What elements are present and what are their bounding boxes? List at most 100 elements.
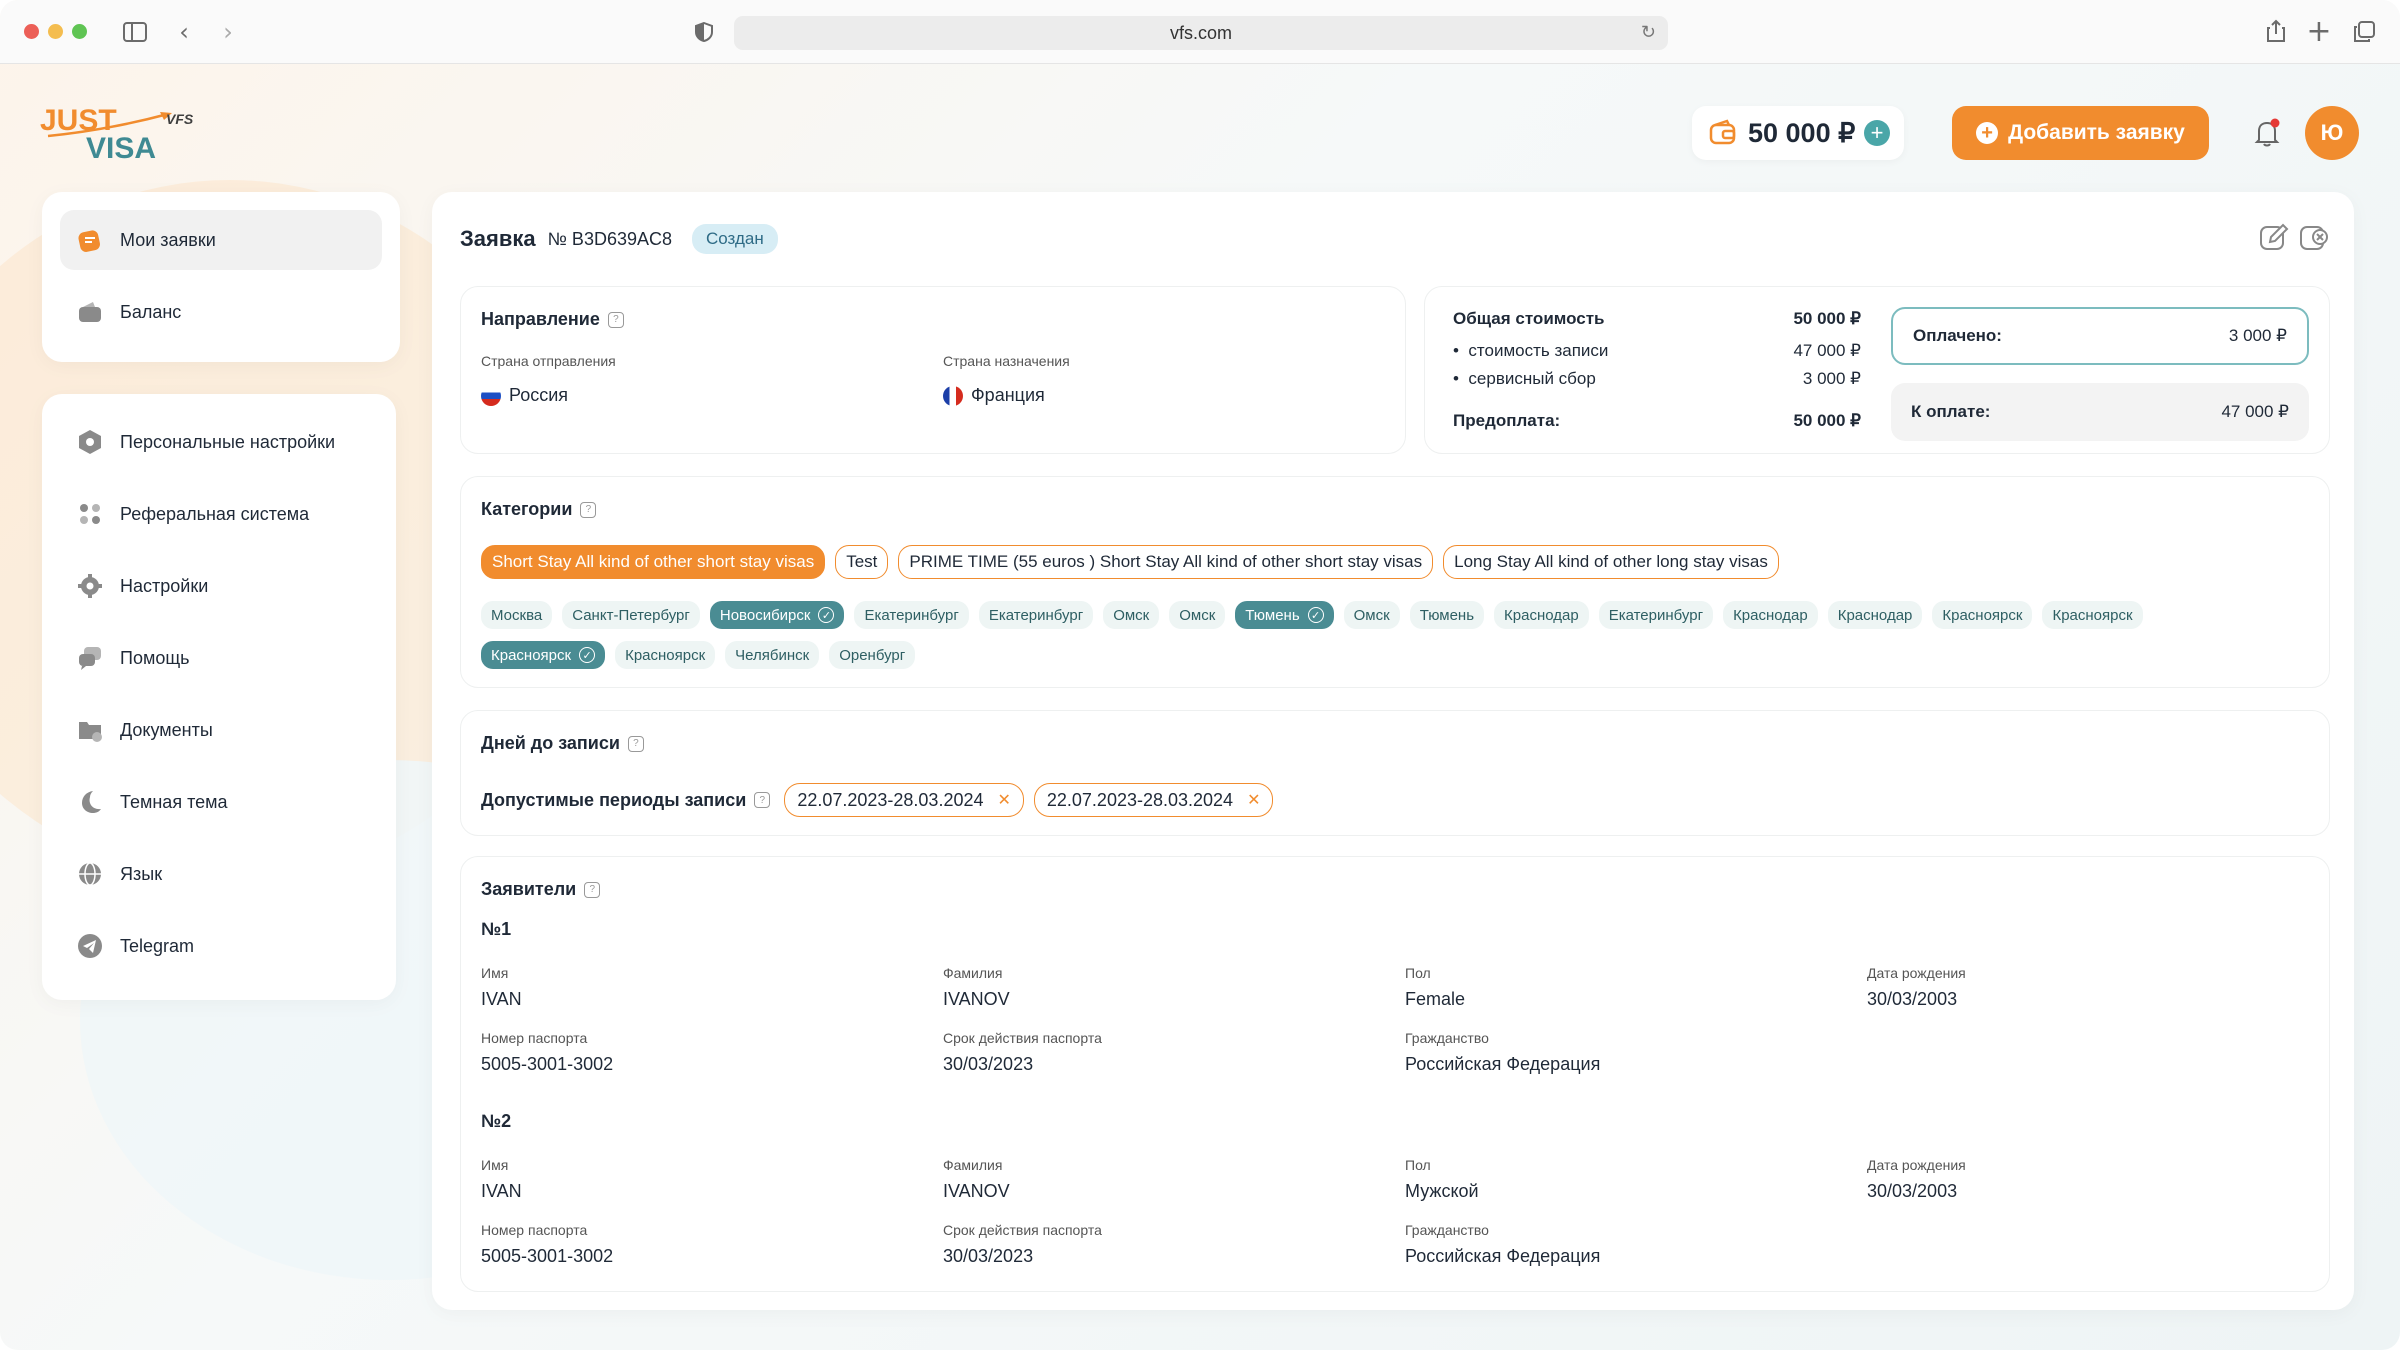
visa-type-chip[interactable]: Test <box>835 545 889 579</box>
city-chip[interactable]: Красноярск <box>615 641 716 669</box>
visa-type-chip[interactable]: Short Stay All kind of other short stay … <box>481 545 826 579</box>
record-cost-value: 47 000 ₽ <box>1793 341 1861 360</box>
hexagon-icon <box>76 428 104 456</box>
avatar[interactable]: Ю <box>2305 106 2359 160</box>
tabs-overview-icon[interactable] <box>2350 18 2378 46</box>
passport-expiry-label: Срок действия паспорта <box>943 1030 1102 1046</box>
citizenship-label: Гражданство <box>1405 1030 1489 1046</box>
city-chip[interactable]: Тюмень <box>1409 601 1485 629</box>
sidebar-item-personal-settings[interactable]: Персональные настройки <box>60 412 382 472</box>
shield-icon[interactable] <box>692 20 716 44</box>
minimize-window-button[interactable] <box>48 24 63 39</box>
city-chip[interactable]: Красноярск <box>1932 601 2033 629</box>
sidebar-item-settings[interactable]: Настройки <box>60 556 382 616</box>
cancel-application-icon[interactable] <box>2298 222 2332 256</box>
visa-type-chip[interactable]: PRIME TIME (55 euros ) Short Stay All ki… <box>898 545 1434 579</box>
service-fee-value: 3 000 ₽ <box>1802 369 1861 388</box>
city-chip-label: Екатеринбург <box>864 606 959 624</box>
city-chip[interactable]: Тюмень ✓ <box>1235 601 1334 629</box>
applicants-section: Заявители? №1 Имя IVAN Фамилия IVANOV Пол Fema… <box>460 856 2330 1292</box>
moon-icon <box>76 788 104 816</box>
just-visa-logo[interactable]: JUST VISA VFS <box>38 100 208 170</box>
address-bar[interactable]: vfs.com ↻ <box>734 16 1668 50</box>
top-up-button[interactable]: + <box>1864 120 1890 146</box>
reload-icon[interactable]: ↻ <box>1641 22 1656 43</box>
city-chip-label: Омск <box>1113 606 1150 624</box>
sidebar-item-label: Документы <box>120 719 213 740</box>
edit-icon[interactable] <box>2258 222 2292 256</box>
total-cost-value: 50 000 ₽ <box>1793 309 1861 328</box>
cost-item-row: • сервисный сбор 3 000 ₽ <box>1453 369 1861 389</box>
city-chip[interactable]: Екатеринбург <box>1598 601 1714 629</box>
prepayment-row: Предоплата: 50 000 ₽ <box>1453 411 1861 431</box>
check-icon: ✓ <box>818 607 835 623</box>
close-window-button[interactable] <box>24 24 39 39</box>
city-chip[interactable]: Оренбург <box>829 641 916 669</box>
notifications-bell-icon[interactable] <box>2250 116 2284 150</box>
sidebar-item-label: Персональные настройки <box>120 431 336 452</box>
city-chip[interactable]: Екатеринбург <box>854 601 969 629</box>
sidebar-item-language[interactable]: Язык <box>60 844 382 904</box>
city-chip[interactable]: Екатеринбург <box>978 601 1094 629</box>
city-chip-label: Екатеринбург <box>988 606 1084 624</box>
sidebar-item-help[interactable]: Помощь <box>60 628 382 688</box>
passport-expiry-value: 30/03/2023 <box>943 1246 1034 1266</box>
city-chip[interactable]: Красноярск ✓ <box>481 641 606 669</box>
sidebar-item-label: Баланс <box>120 301 182 322</box>
city-chip-label: Красноярск <box>2052 606 2133 624</box>
passport-number-value: 5005-3001-3002 <box>481 1054 614 1074</box>
sidebar-item-dark-theme[interactable]: Темная тема <box>60 772 382 832</box>
sidebar-toggle-icon[interactable] <box>120 18 150 46</box>
city-chip[interactable]: Москва <box>481 601 553 629</box>
periods-label: Допустимые периоды записи <box>481 789 747 810</box>
days-title: Дней до записи <box>481 733 620 753</box>
share-icon[interactable] <box>2262 16 2290 46</box>
back-icon[interactable]: ‹ <box>172 18 196 46</box>
help-icon[interactable]: ? <box>580 501 597 518</box>
period-chip: 22.07.2023-28.03.2024 ✕ <box>1033 783 1274 817</box>
browser-toolbar: ‹ › vfs.com ↻ + <box>0 0 2400 64</box>
sidebar-item-my-applications[interactable]: Мои заявки <box>60 210 382 270</box>
city-chip[interactable]: Краснодар <box>1827 601 1923 629</box>
forward-icon[interactable]: › <box>216 18 240 46</box>
section-title: Заявители? <box>481 879 601 900</box>
passport-expiry-label: Срок действия паспорта <box>943 1222 1102 1238</box>
help-icon[interactable]: ? <box>627 735 644 752</box>
remove-period-icon[interactable]: ✕ <box>997 790 1010 810</box>
city-chip-label: Краснодар <box>1733 606 1808 624</box>
check-icon: ✓ <box>579 647 596 663</box>
city-chip-label: Омск <box>1179 606 1216 624</box>
visa-type-chip[interactable]: Long Stay All kind of other long stay vi… <box>1443 545 1779 579</box>
sidebar-item-telegram[interactable]: Telegram <box>60 916 382 976</box>
telegram-icon <box>76 932 104 960</box>
city-chip[interactable]: Омск <box>1343 601 1400 629</box>
city-chip-label: Омск <box>1353 606 1390 624</box>
remove-period-icon[interactable]: ✕ <box>1247 790 1260 810</box>
maximize-window-button[interactable] <box>72 24 87 39</box>
city-chip[interactable]: Челябинск <box>725 641 820 669</box>
periods-row: Допустимые периоды записи ? 22.07.2023-2… <box>481 783 1283 817</box>
sidebar-item-balance[interactable]: Баланс <box>60 282 382 342</box>
total-cost-row: Общая стоимость 50 000 ₽ <box>1453 309 1861 329</box>
last-name-value: IVANOV <box>943 989 1010 1009</box>
help-icon[interactable]: ? <box>584 881 601 898</box>
help-icon[interactable]: ? <box>607 311 624 328</box>
new-tab-icon[interactable]: + <box>2304 14 2334 49</box>
city-chip[interactable]: Красноярск <box>2042 601 2143 629</box>
city-chip[interactable]: Санкт-Петербург <box>562 601 700 629</box>
city-chip[interactable]: Краснодар <box>1723 601 1818 629</box>
city-chip[interactable]: Омск <box>1169 601 1226 629</box>
url-text: vfs.com <box>1169 22 1232 43</box>
city-chip[interactable]: Краснодар <box>1494 601 1589 629</box>
sidebar-item-referral[interactable]: Реферальная система <box>60 484 382 544</box>
application-header: Заявка № B3D639AC8 Создан <box>460 224 778 254</box>
last-name-value: IVANOV <box>943 1181 1010 1201</box>
balance-amount: 50 000 ₽ <box>1748 117 1856 148</box>
help-icon[interactable]: ? <box>754 792 771 808</box>
city-chip[interactable]: Омск <box>1103 601 1160 629</box>
sidebar-item-documents[interactable]: Документы <box>60 700 382 760</box>
sidebar-primary: Мои заявки Баланс <box>42 192 400 362</box>
city-chip[interactable]: Новосибирск ✓ <box>709 601 845 629</box>
add-application-button[interactable]: + Добавить заявку <box>1952 106 2209 160</box>
city-chips: Москва Санкт-Петербург Новосибирск ✓ Екатери… <box>481 601 2241 681</box>
